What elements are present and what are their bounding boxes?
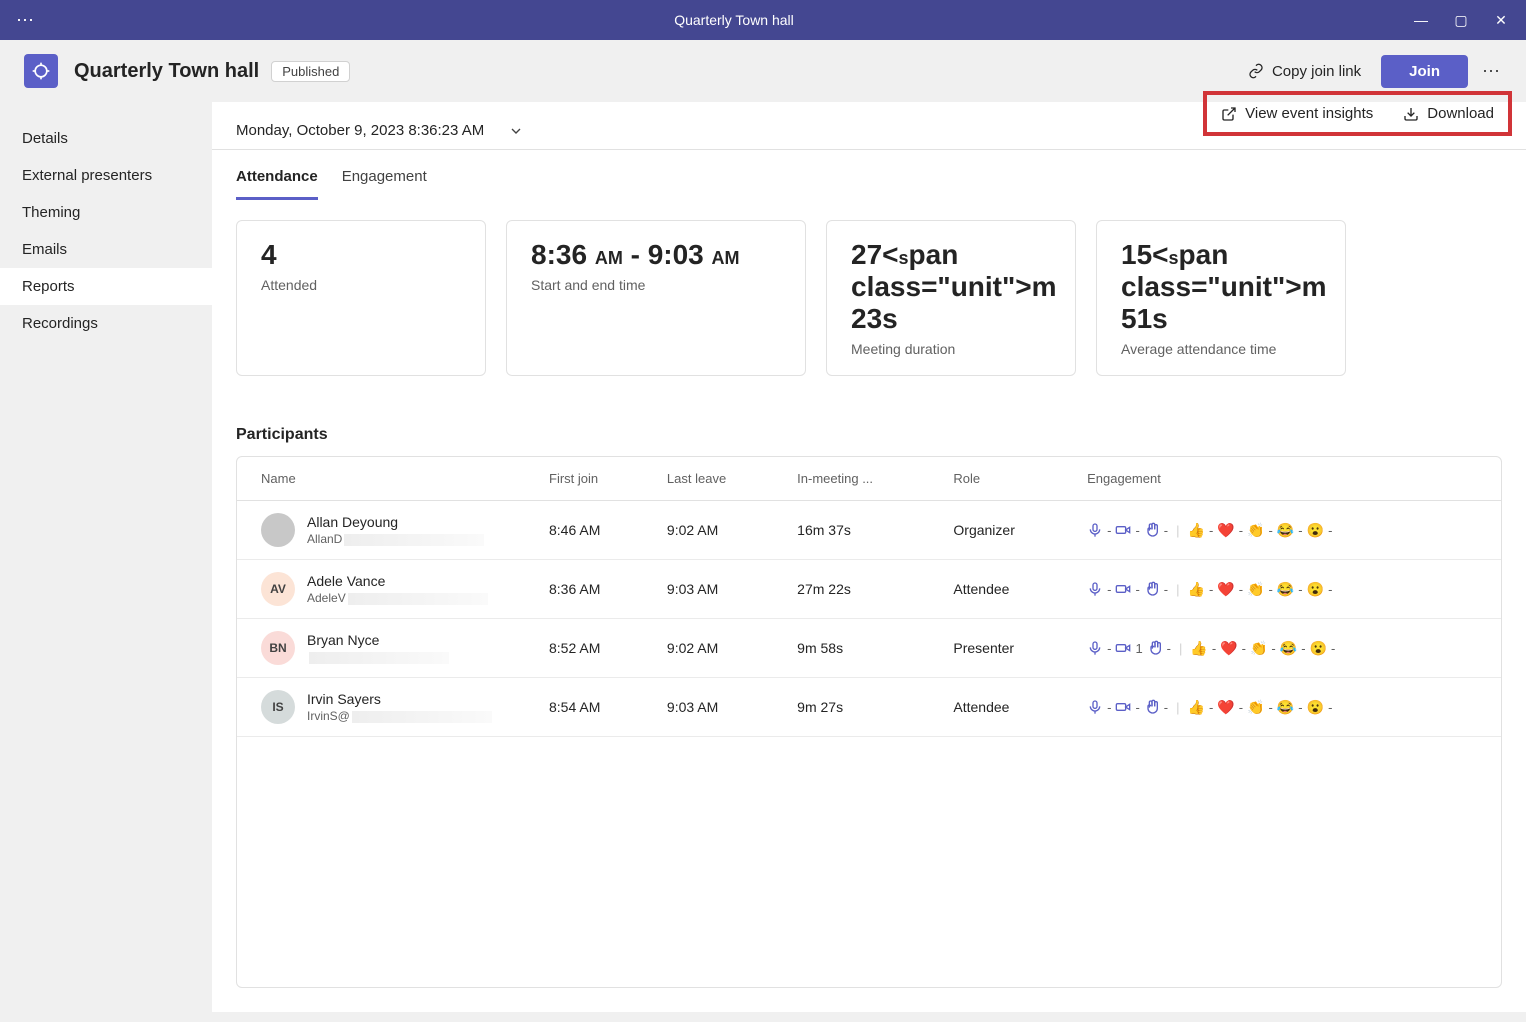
stat-average: 15<span class="unit">m 51s Average atten… [1096,220,1346,376]
engagement-cell: - - - | 👍- ❤️- 👏- 😂- 😮- [1087,699,1489,716]
role: Attendee [941,560,1075,619]
download-label: Download [1427,105,1494,122]
more-options-button[interactable]: ⋯ [1482,61,1502,82]
col-engagement[interactable]: Engagement [1075,457,1501,501]
page-title: Quarterly Town hall [74,60,259,83]
titlebar: ⋯ Quarterly Town hall — ▢ ✕ [0,0,1526,40]
engagement-cell: - - - | 👍- ❤️- 👏- 😂- 😮- [1087,581,1489,598]
avatar: BN [261,631,295,665]
avatar [261,513,295,547]
engagement-cell: - 1 - | 👍- ❤️- 👏- 😂- 😮- [1087,640,1489,657]
table-row[interactable]: Allan Deyoung AllanD 8:46 AM 9:02 AM 16m… [237,501,1501,560]
stats-row: 4 Attended 8:36 AM - 9:03 AM Start and e… [212,200,1526,396]
download-icon [1403,106,1419,122]
in-meeting: 27m 22s [785,560,941,619]
stat-duration: 27<span class="unit">m 23s Meeting durat… [826,220,1076,376]
participant-name: Allan Deyoung [307,514,484,530]
stat-duration-label: Meeting duration [851,341,1051,357]
external-link-icon [1221,106,1237,122]
highlighted-actions: View event insights Download [1203,91,1512,136]
stat-time-range-label: Start and end time [531,277,781,293]
copy-join-link-button[interactable]: Copy join link [1248,63,1361,80]
status-badge: Published [271,61,350,82]
sidebar-item-theming[interactable]: Theming [0,194,212,231]
participant-email [307,650,449,664]
participant-name: Adele Vance [307,573,488,589]
maximize-button[interactable]: ▢ [1452,12,1470,29]
sidebar: Details External presenters Theming Emai… [0,102,212,1012]
sidebar-item-recordings[interactable]: Recordings [0,305,212,342]
view-event-insights-button[interactable]: View event insights [1221,105,1373,122]
col-role[interactable]: Role [941,457,1075,501]
stat-attended-label: Attended [261,277,461,293]
stat-average-label: Average attendance time [1121,341,1321,357]
participant-name: Bryan Nyce [307,632,449,648]
engagement-cell: - - - | 👍- ❤️- 👏- 😂- 😮- [1087,522,1489,539]
sidebar-item-emails[interactable]: Emails [0,231,212,268]
participants-table: Name First join Last leave In-meeting ..… [237,457,1501,737]
tab-attendance[interactable]: Attendance [236,168,318,200]
col-name[interactable]: Name [237,457,537,501]
sidebar-item-details[interactable]: Details [0,120,212,157]
last-leave: 9:03 AM [655,560,785,619]
last-leave: 9:02 AM [655,501,785,560]
participants-heading: Participants [212,396,1526,456]
last-leave: 9:03 AM [655,678,785,737]
first-join: 8:54 AM [537,678,655,737]
close-button[interactable]: ✕ [1492,12,1510,29]
avatar: AV [261,572,295,606]
tab-engagement[interactable]: Engagement [342,168,427,200]
download-button[interactable]: Download [1403,105,1494,122]
in-meeting: 9m 58s [785,619,941,678]
sidebar-item-external-presenters[interactable]: External presenters [0,157,212,194]
window-title: Quarterly Town hall [56,12,1412,28]
first-join: 8:36 AM [537,560,655,619]
last-leave: 9:02 AM [655,619,785,678]
col-last-leave[interactable]: Last leave [655,457,785,501]
col-first-join[interactable]: First join [537,457,655,501]
table-row[interactable]: BN Bryan Nyce 8:52 AM 9:02 AM 9m 58s Pre… [237,619,1501,678]
date-selector[interactable]: Monday, October 9, 2023 8:36:23 AM [236,122,524,139]
sidebar-item-reports[interactable]: Reports [0,268,212,305]
table-row[interactable]: IS Irvin Sayers IrvinS@ 8:54 AM 9:03 AM … [237,678,1501,737]
view-insights-label: View event insights [1245,105,1373,122]
first-join: 8:46 AM [537,501,655,560]
app-menu-icon[interactable]: ⋯ [16,10,36,30]
role: Organizer [941,501,1075,560]
chevron-down-icon [508,123,524,139]
date-label: Monday, October 9, 2023 8:36:23 AM [236,122,484,139]
stat-attended-value: 4 [261,239,461,271]
main-content: Monday, October 9, 2023 8:36:23 AM View … [212,102,1526,1012]
first-join: 8:52 AM [537,619,655,678]
stat-attended: 4 Attended [236,220,486,376]
copy-join-link-label: Copy join link [1272,63,1361,80]
participant-email: IrvinS@ [307,709,492,723]
participant-email: AllanD [307,532,484,546]
report-toolbar: Monday, October 9, 2023 8:36:23 AM View … [212,102,1526,150]
role: Presenter [941,619,1075,678]
join-button[interactable]: Join [1381,55,1468,88]
minimize-button[interactable]: — [1412,12,1430,29]
role: Attendee [941,678,1075,737]
avatar: IS [261,690,295,724]
in-meeting: 16m 37s [785,501,941,560]
stat-time-range: 8:36 AM - 9:03 AM Start and end time [506,220,806,376]
col-in-meeting[interactable]: In-meeting ... [785,457,941,501]
stat-time-range-value: 8:36 AM - 9:03 AM [531,239,781,271]
link-icon [1248,63,1264,79]
stat-average-value: 15<span class="unit">m 51s [1121,239,1321,335]
participant-email: AdeleV [307,591,488,605]
participant-name: Irvin Sayers [307,691,492,707]
stat-duration-value: 27<span class="unit">m 23s [851,239,1051,335]
event-icon [24,54,58,88]
participants-table-wrap: Name First join Last leave In-meeting ..… [236,456,1502,988]
in-meeting: 9m 27s [785,678,941,737]
table-row[interactable]: AV Adele Vance AdeleV 8:36 AM 9:03 AM 27… [237,560,1501,619]
report-tabs: Attendance Engagement [212,150,1526,200]
